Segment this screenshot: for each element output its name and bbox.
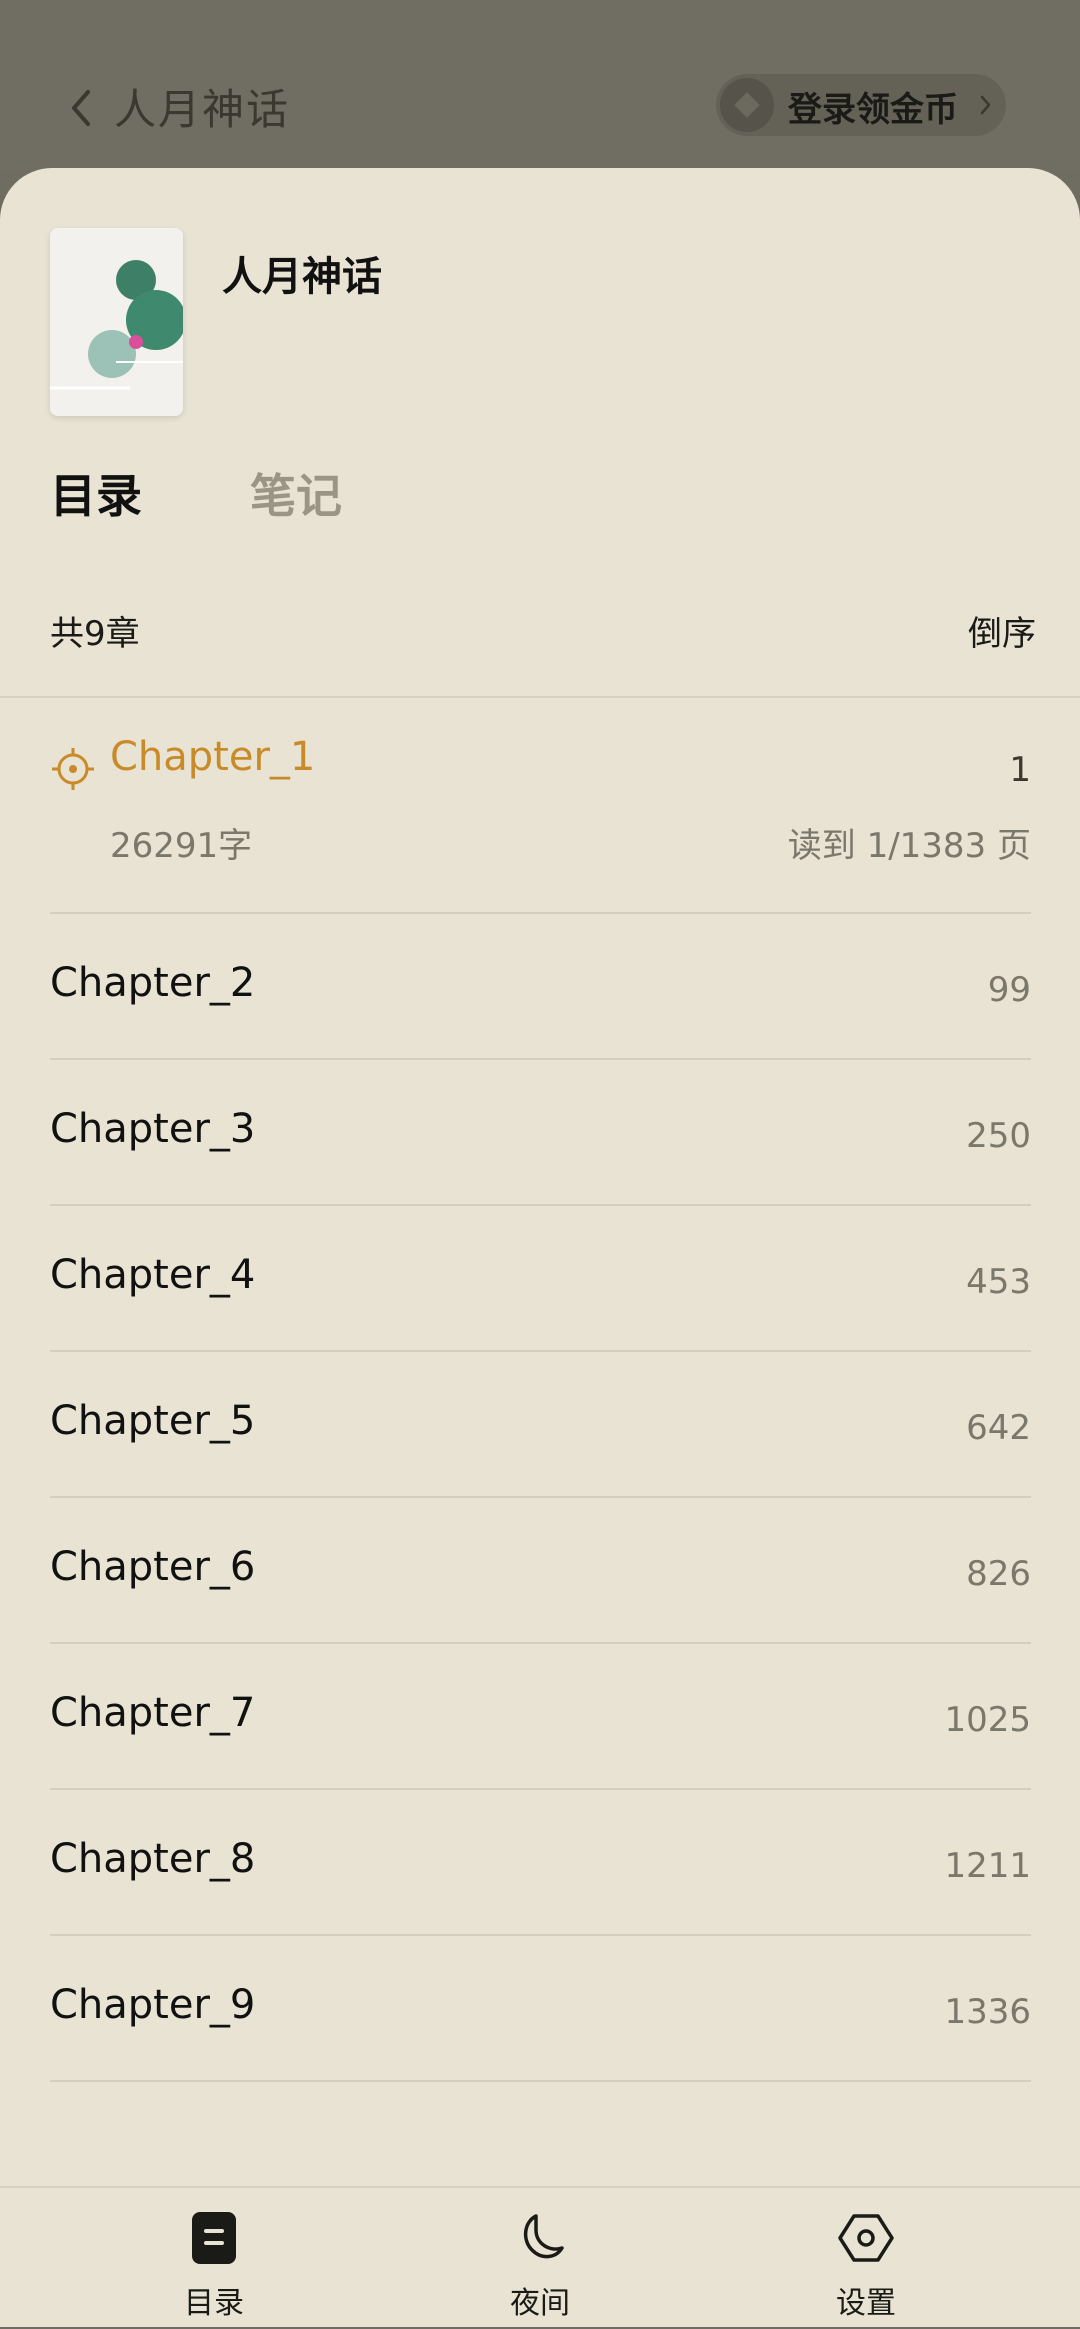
- nav-night-button[interactable]: 夜间: [440, 2188, 640, 2329]
- chapter-row[interactable]: Chapter_3 250: [50, 1060, 1031, 1206]
- tab-toc[interactable]: 目录: [50, 460, 142, 526]
- chapter-list: Chapter_1 1 26291字 读到 1/1383 页 Chapter_2…: [50, 698, 1031, 2082]
- moon-icon: [523, 2214, 564, 2259]
- back-button[interactable]: [60, 80, 104, 136]
- chapter-name: Chapter_8: [50, 1836, 256, 1882]
- book-title: 人月神话: [222, 254, 382, 300]
- chapter-name: Chapter_4: [50, 1252, 256, 1298]
- nav-night-label: 夜间: [510, 2286, 570, 2321]
- chapter-row[interactable]: Chapter_5 642: [50, 1352, 1031, 1498]
- chapter-page: 826: [966, 1554, 1031, 1594]
- chapter-name: Chapter_9: [50, 1982, 256, 2028]
- settings-icon: [838, 2214, 894, 2262]
- top-bar: 人月神话 登录领金币: [0, 0, 1080, 170]
- header-title: 人月神话: [114, 85, 291, 134]
- login-coins-button[interactable]: 登录领金币: [716, 74, 1006, 136]
- nav-toc-button[interactable]: 目录: [114, 2188, 314, 2329]
- toc-sheet: 人月神话 目录 笔记 共9章 倒序 Chapter_1 1 26291字 读到 …: [0, 168, 1080, 2327]
- chapter-page: 1336: [944, 1992, 1031, 2032]
- nav-toc-label: 目录: [184, 2286, 244, 2321]
- chapter-name: Chapter_5: [50, 1398, 256, 1444]
- chapter-name: Chapter_7: [50, 1690, 256, 1736]
- coin-icon: [720, 78, 774, 132]
- chapter-name: Chapter_6: [50, 1544, 256, 1590]
- chevron-left-icon: [72, 90, 90, 126]
- chapter-page: 1: [1009, 750, 1031, 790]
- chapter-page: 642: [966, 1408, 1031, 1448]
- reading-progress: 读到 1/1383 页: [787, 826, 1031, 866]
- bottom-nav: 目录 夜间 设置: [0, 2186, 1080, 2327]
- nav-settings-button[interactable]: 设置: [766, 2188, 966, 2329]
- book-cover-image: [50, 228, 183, 416]
- chapter-page: 99: [987, 970, 1031, 1010]
- chapter-row[interactable]: Chapter_4 453: [50, 1206, 1031, 1352]
- chapter-row[interactable]: Chapter_7 1025: [50, 1644, 1031, 1790]
- chapter-row[interactable]: Chapter_6 826: [50, 1498, 1031, 1644]
- locate-icon: [52, 748, 94, 790]
- chapter-page: 453: [966, 1262, 1031, 1302]
- login-coins-label: 登录领金币: [788, 90, 958, 130]
- toc-icon: [192, 2212, 236, 2264]
- chapter-name: Chapter_3: [50, 1106, 256, 1152]
- tab-notes[interactable]: 笔记: [250, 460, 342, 526]
- chapter-page: 1025: [944, 1700, 1031, 1740]
- chevron-right-icon: [980, 95, 991, 115]
- chapter-name: Chapter_2: [50, 960, 256, 1006]
- book-cover[interactable]: [50, 228, 183, 416]
- chapter-page: 1211: [944, 1846, 1031, 1886]
- nav-settings-label: 设置: [836, 2286, 896, 2321]
- sort-toggle[interactable]: 倒序: [968, 606, 1036, 655]
- chapter-row[interactable]: Chapter_9 1336: [50, 1936, 1031, 2082]
- chapter-count: 共9章: [50, 614, 140, 654]
- chapter-word-count: 26291字: [110, 826, 253, 866]
- chapter-name: Chapter_1: [110, 734, 316, 780]
- chapter-row[interactable]: Chapter_8 1211: [50, 1790, 1031, 1936]
- chapter-row-current[interactable]: Chapter_1 1 26291字 读到 1/1383 页: [50, 698, 1031, 914]
- chapter-page: 250: [966, 1116, 1031, 1156]
- chapter-row[interactable]: Chapter_2 99: [50, 914, 1031, 1060]
